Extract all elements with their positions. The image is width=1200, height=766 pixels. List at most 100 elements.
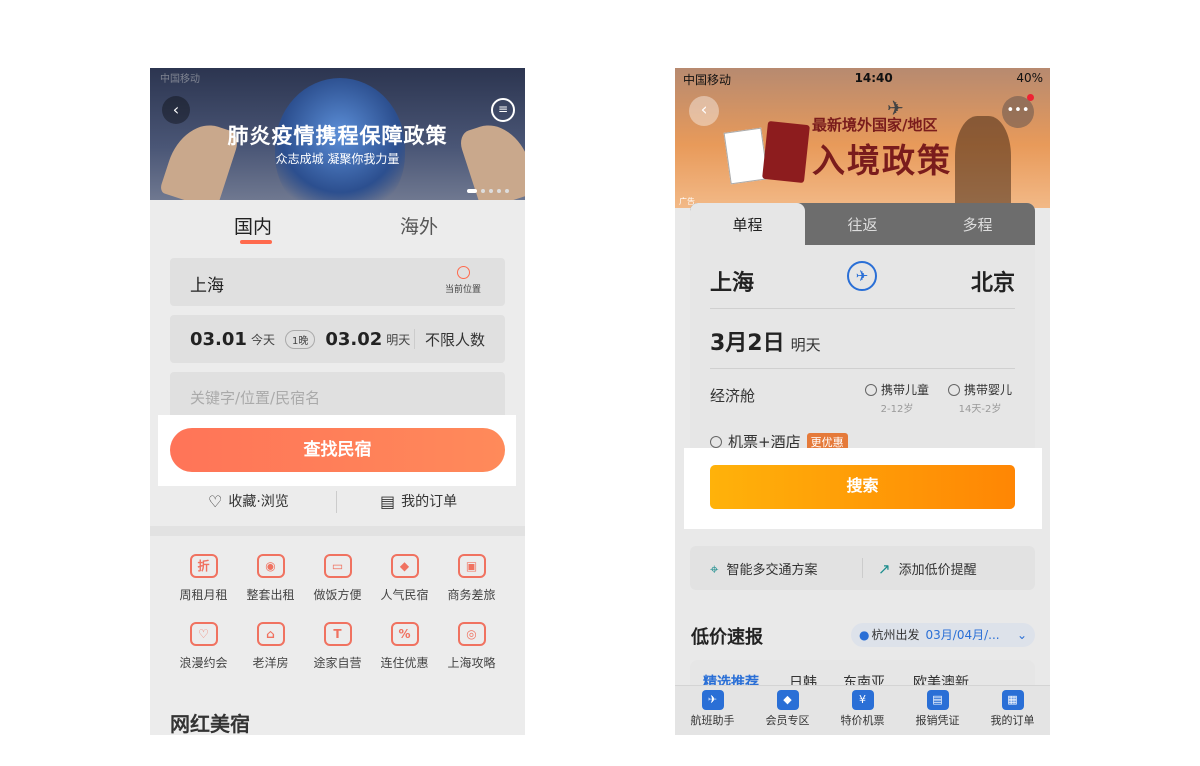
diamond-icon: ◆ [776,690,799,710]
arrival-city[interactable]: 北京 [971,265,1015,297]
category-item[interactable]: ◆ 人气民宿 [371,540,438,602]
orders-icon: ▦ [1001,690,1024,710]
nav-member-zone[interactable]: ◆ 会员专区 [750,690,825,728]
divider [862,558,863,578]
trip-type-tabs: 单程 往返 多程 [690,203,1035,245]
locate-label: 当前位置 [444,285,481,295]
infant-label: 携带婴儿 [964,383,1013,397]
category-item[interactable]: ▣ 商务差旅 [438,540,505,602]
category-label: 做饭方便 [313,588,362,602]
document-icon: ▤ [380,491,396,511]
child-age: 2-12岁 [880,404,914,415]
checkout-day: 明天 [386,332,411,347]
transport-label: 智能多交通方案 [726,563,818,578]
checkin-day: 今天 [250,332,275,347]
bottom-nav: ✈ 航班助手 ◆ 会员专区 ¥ 特价机票 ▤ 报销凭证 ▦ 我的订单 [675,685,1050,735]
nav-my-orders[interactable]: ▦ 我的订单 [975,690,1050,728]
search-homestay-button[interactable]: 查找民宿 [170,428,505,472]
departure-filter[interactable]: ● 杭州出发 03月/04月/... ⌄ [851,623,1035,647]
section-title: 网红美宿 [170,712,250,735]
region-tabs: 国内 海外 [150,200,525,260]
departure-city[interactable]: 上海 [710,265,754,297]
location-pin-icon: ⌖ [710,559,719,578]
chevron-down-icon: ⌄ [1016,628,1027,642]
child-label: 携带儿童 [881,383,930,397]
search-highlight: 查找民宿 [158,415,516,486]
category-label: 人气民宿 [380,588,429,602]
category-item[interactable]: 折周租月租 [170,540,237,602]
date-selector[interactable]: 3月2日 明天 [710,325,821,357]
status-bar: 中国移动 [160,74,200,85]
carrier: 中国移动 [683,73,732,87]
deals-title: 低价速报 [691,627,763,648]
flame-icon: ◆ [390,554,419,578]
current-location-button[interactable]: 当前位置 [433,266,493,295]
chat-icon[interactable]: ≡ [491,98,515,122]
banner-title: 肺炎疫情携程保障政策 [227,124,448,148]
city-name: 上海 [190,276,224,296]
back-icon[interactable]: ‹ [689,96,719,126]
tab-overseas[interactable]: 海外 [400,212,438,239]
nav-label: 特价机票 [840,714,885,727]
price-alert-link[interactable]: ↗ 添加低价提醒 [878,559,977,579]
flight-icon: ✈ [701,690,724,710]
discount-calendar-icon: 折 [189,554,218,578]
cabin-selector[interactable]: 经济舱 [710,385,755,406]
category-label: 老洋房 [252,656,289,670]
departure-day: 明天 [790,336,821,354]
infant-option[interactable]: 携带婴儿 14天-2岁 [948,381,1012,415]
departure-city-label: 杭州出发 [871,628,920,642]
promo-banner[interactable]: 中国移动 14:40 40% ✈ ‹ ••• 最新境外国家/地区 入境政策 广告 [675,68,1050,216]
radio-icon [710,435,722,448]
banner-line2: 入境政策 [812,141,952,180]
search-button[interactable]: 搜索 [710,465,1015,509]
smart-transport-link[interactable]: ⌖ 智能多交通方案 [710,559,818,579]
guest-selector[interactable]: 不限人数 [425,329,485,350]
keyword-input[interactable]: 关键字/位置/民宿名 [170,372,505,420]
checkout-date: 03.02 [325,328,383,350]
nav-flight-assistant[interactable]: ✈ 航班助手 [675,690,750,728]
cookware-icon: ▭ [323,554,352,578]
banner-line1: 最新境外国家/地区 [812,116,938,134]
child-option[interactable]: 携带儿童 2-12岁 [865,381,929,415]
nav-label: 我的订单 [990,714,1035,727]
category-item[interactable]: ♡ 浪漫约会 [170,608,237,670]
swap-cities-icon[interactable]: ✈ [847,261,877,291]
departure-date: 3月2日 [710,331,785,356]
heart-icon: ♡ [208,491,223,511]
trend-chart-icon: ↗ [878,559,891,578]
favorites-link[interactable]: ♡ 收藏·浏览 [208,491,289,511]
tool-bar: ⌖ 智能多交通方案 ↗ 添加低价提醒 [690,546,1035,590]
category-item[interactable]: ◎ 上海攻略 [438,608,505,670]
category-item[interactable]: ⌂ 老洋房 [237,608,304,670]
nav-receipts[interactable]: ▤ 报销凭证 [900,690,975,728]
orders-link[interactable]: ▤ 我的订单 [380,491,457,511]
key-icon: ◉ [256,554,285,578]
tab-round-trip[interactable]: 往返 [805,203,920,245]
nav-special-fares[interactable]: ¥ 特价机票 [825,690,900,728]
briefcase-icon: ▣ [457,554,486,578]
divider [336,491,337,513]
category-label: 途家自营 [313,656,362,670]
category-item[interactable]: ◉ 整套出租 [237,540,304,602]
quick-links: ♡ 收藏·浏览 ▤ 我的订单 [150,486,525,526]
divider [414,329,415,349]
city-selector[interactable]: 上海 当前位置 [170,258,505,306]
tab-multi-city[interactable]: 多程 [920,203,1035,245]
section-gap [150,526,525,536]
tab-one-way[interactable]: 单程 [690,203,805,245]
nav-label: 报销凭证 [915,714,960,727]
divider [710,368,1015,369]
category-item[interactable]: % 连住优惠 [371,608,438,670]
category-label: 上海攻略 [447,656,496,670]
category-label: 周租月租 [179,588,228,602]
promo-banner[interactable]: 中国移动 ‹ ≡ 肺炎疫情携程保障政策 众志成城 凝聚你我力量 [150,68,525,218]
nights-badge: 1晚 [284,329,316,349]
category-item[interactable]: ▭ 做饭方便 [304,540,371,602]
category-item[interactable]: T 途家自营 [304,608,371,670]
flight-screen: 中国移动 14:40 40% ✈ ‹ ••• 最新境外国家/地区 入境政策 广告… [675,68,1050,735]
date-selector[interactable]: 03.01 今天 1晚 03.02 明天 不限人数 [170,315,505,363]
tab-domestic[interactable]: 国内 [234,212,272,239]
orders-label: 我的订单 [401,494,458,510]
carousel-dots [467,189,509,193]
